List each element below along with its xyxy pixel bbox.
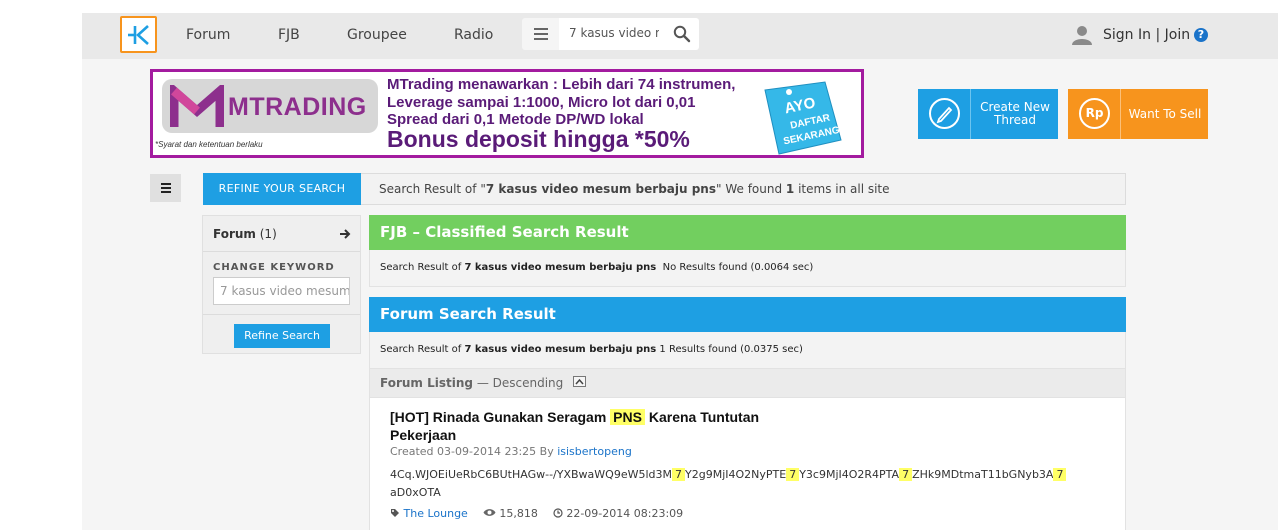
auth-links: Sign In | Join	[1103, 27, 1190, 43]
create-thread-button[interactable]: Create New Thread	[918, 89, 1058, 139]
result-views: 15,818	[499, 507, 538, 520]
sidebar-forum-count: (1)	[259, 227, 277, 241]
result-title-highlight: PNS	[610, 409, 645, 425]
snippet-part: 4Cq.WJOEiUeRbC6BUtHAGw--/YXBwaWQ9eW5ld3M	[390, 468, 672, 481]
summary-mid: " We found	[716, 182, 786, 196]
help-icon[interactable]: ?	[1194, 28, 1208, 42]
nav-fjb[interactable]: FJB	[278, 27, 300, 43]
want-to-sell-button[interactable]: Rp Want To Sell	[1068, 89, 1208, 139]
nav-radio[interactable]: Radio	[454, 27, 493, 43]
result-title[interactable]: [HOT] Rinada Gunakan Seragam PNS Karena …	[390, 408, 790, 444]
mtrading-logo-icon	[170, 85, 224, 127]
refine-search-button[interactable]: Refine Search	[234, 324, 330, 348]
result-item: [HOT] Rinada Gunakan Seragam PNS Karena …	[369, 398, 1126, 530]
forum-status: 1 Results found (0.0375 sec)	[659, 344, 803, 355]
nav-forum[interactable]: Forum	[186, 27, 230, 43]
fjb-query: 7 kasus video mesum berbaju pns	[464, 262, 657, 273]
menu-icon[interactable]	[522, 18, 559, 50]
clock-icon	[553, 508, 563, 518]
summary-query: 7 kasus video mesum berbaju pns	[485, 182, 716, 196]
snippet-part: Y3c9MjI4O2R4PTA	[799, 468, 900, 481]
sidebar-forum-label: Forum	[213, 227, 256, 241]
banner-note: *Syarat dan ketentuan berlaku	[155, 140, 263, 149]
change-keyword-label: CHANGE KEYWORD	[213, 262, 335, 273]
snippet-highlight: 7	[899, 468, 913, 481]
search-input[interactable]	[569, 26, 659, 40]
result-created: Created 03-09-2014 23:25 By	[390, 445, 558, 458]
forum-result-status: Search Result of 7 kasus video mesum ber…	[369, 332, 1126, 369]
create-thread-label-2: Thread	[994, 113, 1036, 127]
summary-prefix: Search Result of "	[379, 182, 486, 196]
snippet-highlight: 7	[786, 468, 800, 481]
result-title-pre: [HOT] Rinada Gunakan Seragam	[390, 409, 611, 425]
forum-result-header: Forum Search Result	[369, 297, 1126, 332]
result-author-link[interactable]: isisbertopeng	[557, 445, 632, 458]
banner-line-2: Leverage sampai 1:1000, Micro lot dari 0…	[387, 94, 696, 111]
rupiah-icon: Rp	[1079, 98, 1110, 129]
banner-line-1: MTrading menawarkan : Lebih dari 74 inst…	[387, 76, 736, 93]
forum-listing-bar: Forum Listing — Descending	[369, 369, 1126, 398]
fjb-result-status: Search Result of 7 kasus video mesum ber…	[369, 250, 1126, 287]
search-icon[interactable]	[673, 25, 691, 43]
ad-banner[interactable]: MTRADING *Syarat dan ketentuan berlaku M…	[150, 69, 864, 158]
snippet-part: ZHk9MDtmaT11bGNyb3A	[912, 468, 1054, 481]
sidebar-item-forum[interactable]: Forum (1)	[213, 227, 277, 241]
refine-search-tab[interactable]: REFINE YOUR SEARCH	[203, 173, 361, 205]
want-to-sell-label: Want To Sell	[1128, 107, 1202, 121]
banner-line-4: Bonus deposit hingga *50%	[387, 126, 690, 152]
eye-icon	[483, 509, 496, 516]
result-footer: The Lounge 15,818 22-09-2014 08:23:09	[390, 507, 683, 520]
snippet-highlight: 7	[1053, 468, 1067, 481]
search-box	[559, 18, 699, 50]
forum-prefix: Search Result of	[380, 344, 465, 355]
nav-groupee[interactable]: Groupee	[347, 27, 407, 43]
daftar-tag-icon: AYO DAFTAR SEKARANG !	[764, 81, 845, 155]
sidebar-toggle-icon[interactable]	[150, 174, 181, 202]
sign-in-link[interactable]: Sign In	[1103, 27, 1151, 43]
summary-count: 1	[785, 182, 795, 196]
top-navbar: Forum FJB Groupee Radio Sign In | Join ?	[82, 13, 1278, 59]
search-summary: Search Result of "7 kasus video mesum be…	[361, 173, 1126, 205]
result-snippet: 4Cq.WJOEiUeRbC6BUtHAGw--/YXBwaWQ9eW5ld3M…	[390, 466, 1120, 502]
page: Forum FJB Groupee Radio Sign In | Join ?	[82, 13, 1278, 530]
result-last-post: 22-09-2014 08:23:09	[566, 507, 684, 520]
divider	[203, 251, 360, 252]
snippet-part: Y2g9MjI4O2NyPTE	[685, 468, 787, 481]
snippet-part: aD0xOTA	[390, 486, 441, 499]
tag-icon	[391, 509, 399, 517]
pencil-icon	[929, 98, 960, 129]
kaskus-logo[interactable]	[120, 16, 157, 53]
listing-label: Forum Listing	[380, 376, 473, 390]
fjb-prefix: Search Result of	[380, 262, 465, 273]
listing-order: — Descending	[476, 376, 564, 390]
auth-separator: |	[1155, 27, 1161, 43]
create-thread-label-1: Create New	[980, 100, 1050, 114]
arrow-right-icon[interactable]	[339, 228, 351, 240]
user-icon	[1072, 26, 1092, 45]
fjb-result-header: FJB – Classified Search Result	[369, 215, 1126, 250]
banner-brand: MTRADING	[228, 93, 367, 121]
keyword-input[interactable]: 7 kasus video mesum	[213, 277, 350, 305]
banner-logo-box: MTRADING	[162, 79, 378, 133]
forum-query: 7 kasus video mesum berbaju pns	[464, 344, 657, 355]
rupiah-icon-label: Rp	[1085, 106, 1104, 120]
result-category-link[interactable]: The Lounge	[404, 507, 468, 520]
snippet-highlight: 7	[672, 468, 685, 481]
fjb-status: No Results found (0.0064 sec)	[662, 262, 814, 273]
result-meta: Created 03-09-2014 23:25 By isisbertopen…	[390, 445, 632, 458]
summary-suffix: items in all site	[794, 182, 890, 196]
join-link[interactable]: Join	[1165, 27, 1190, 43]
sort-toggle-icon[interactable]	[573, 376, 587, 387]
divider	[203, 314, 360, 315]
refine-sidebar: Forum (1) CHANGE KEYWORD 7 kasus video m…	[202, 215, 361, 354]
